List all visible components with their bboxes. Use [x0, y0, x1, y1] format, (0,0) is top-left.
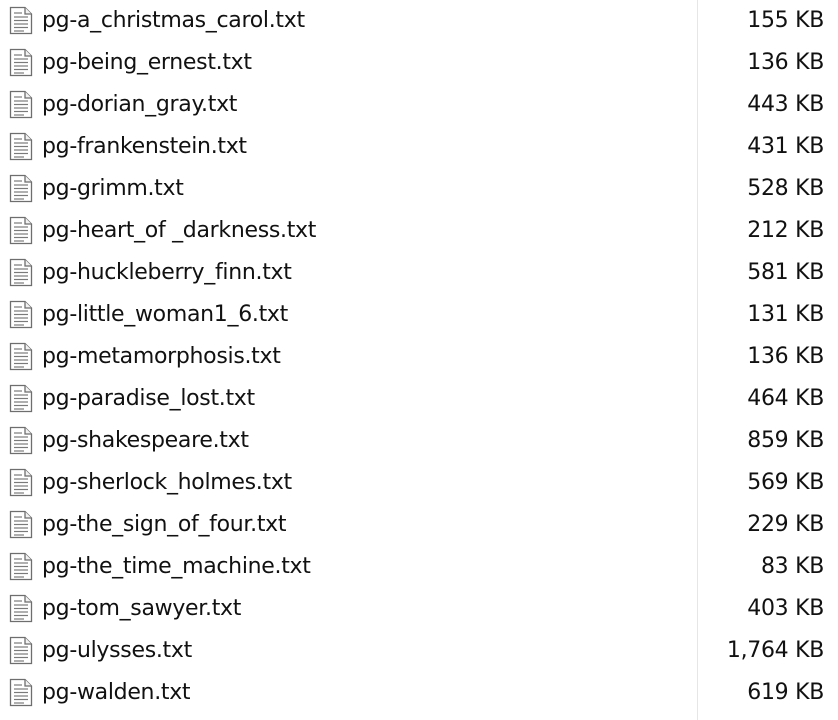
text-document-icon: [9, 678, 33, 707]
text-document-icon: [9, 132, 33, 161]
file-name: pg-a_christmas_carol.txt: [42, 8, 305, 33]
text-document-icon: [9, 258, 33, 287]
file-size: 212 KB: [747, 218, 824, 243]
file-row[interactable]: pg-little_woman1_6.txt 131 KB: [0, 294, 838, 336]
file-row[interactable]: pg-dorian_gray.txt 443 KB: [0, 84, 838, 126]
text-document-icon: [9, 636, 33, 665]
file-row[interactable]: pg-the_time_machine.txt 83 KB: [0, 546, 838, 588]
file-row[interactable]: pg-huckleberry_finn.txt 581 KB: [0, 252, 838, 294]
file-size: 131 KB: [747, 302, 824, 327]
file-row[interactable]: pg-paradise_lost.txt 464 KB: [0, 378, 838, 420]
text-document-icon: [9, 552, 33, 581]
text-document-icon: [9, 384, 33, 413]
file-row[interactable]: pg-a_christmas_carol.txt 155 KB: [0, 0, 838, 42]
file-name: pg-walden.txt: [42, 680, 191, 705]
file-name: pg-metamorphosis.txt: [42, 344, 281, 369]
file-row[interactable]: pg-being_ernest.txt 136 KB: [0, 42, 838, 84]
file-row[interactable]: pg-heart_of _darkness.txt 212 KB: [0, 210, 838, 252]
text-document-icon: [9, 342, 33, 371]
file-size: 229 KB: [747, 512, 824, 537]
file-size: 528 KB: [747, 176, 824, 201]
file-size: 431 KB: [747, 134, 824, 159]
file-size: 443 KB: [747, 92, 824, 117]
file-row[interactable]: pg-ulysses.txt 1,764 KB: [0, 630, 838, 672]
file-name: pg-the_sign_of_four.txt: [42, 512, 287, 537]
file-name: pg-huckleberry_finn.txt: [42, 260, 292, 285]
text-document-icon: [9, 300, 33, 329]
text-document-icon: [9, 174, 33, 203]
file-size: 859 KB: [747, 428, 824, 453]
text-document-icon: [9, 48, 33, 77]
file-row[interactable]: pg-grimm.txt 528 KB: [0, 168, 838, 210]
text-document-icon: [9, 216, 33, 245]
file-name: pg-paradise_lost.txt: [42, 386, 255, 411]
text-document-icon: [9, 594, 33, 623]
file-size: 136 KB: [747, 50, 824, 75]
file-name: pg-sherlock_holmes.txt: [42, 470, 292, 495]
file-name: pg-little_woman1_6.txt: [42, 302, 288, 327]
file-size: 155 KB: [747, 8, 824, 33]
file-name: pg-frankenstein.txt: [42, 134, 247, 159]
file-name: pg-tom_sawyer.txt: [42, 596, 242, 621]
file-name: pg-being_ernest.txt: [42, 50, 252, 75]
file-row[interactable]: pg-sherlock_holmes.txt 569 KB: [0, 462, 838, 504]
file-list: pg-a_christmas_carol.txt 155 KB pg-being…: [0, 0, 838, 720]
file-row[interactable]: pg-walden.txt 619 KB: [0, 672, 838, 714]
file-row[interactable]: pg-tom_sawyer.txt 403 KB: [0, 588, 838, 630]
file-size: 1,764 KB: [726, 638, 824, 663]
file-size: 464 KB: [747, 386, 824, 411]
file-size: 136 KB: [747, 344, 824, 369]
file-row[interactable]: pg-metamorphosis.txt 136 KB: [0, 336, 838, 378]
file-size: 569 KB: [747, 470, 824, 495]
text-document-icon: [9, 510, 33, 539]
file-name: pg-shakespeare.txt: [42, 428, 249, 453]
text-document-icon: [9, 426, 33, 455]
file-size: 581 KB: [747, 260, 824, 285]
file-size: 619 KB: [747, 680, 824, 705]
text-document-icon: [9, 468, 33, 497]
file-name: pg-ulysses.txt: [42, 638, 192, 663]
file-name: pg-the_time_machine.txt: [42, 554, 311, 579]
file-row[interactable]: pg-the_sign_of_four.txt 229 KB: [0, 504, 838, 546]
file-name: pg-grimm.txt: [42, 176, 184, 201]
file-size: 403 KB: [747, 596, 824, 621]
file-name: pg-dorian_gray.txt: [42, 92, 238, 117]
file-size: 83 KB: [760, 554, 824, 579]
file-row[interactable]: pg-frankenstein.txt 431 KB: [0, 126, 838, 168]
file-name: pg-heart_of _darkness.txt: [42, 218, 317, 243]
text-document-icon: [9, 6, 33, 35]
text-document-icon: [9, 90, 33, 119]
file-row[interactable]: pg-shakespeare.txt 859 KB: [0, 420, 838, 462]
